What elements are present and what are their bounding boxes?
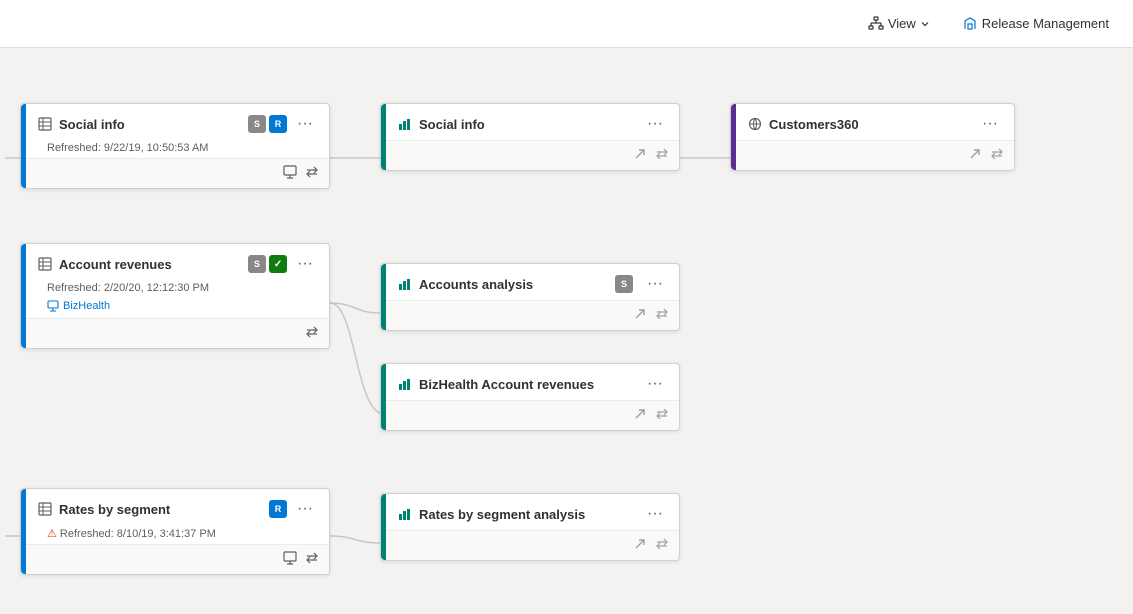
rates-badges: R xyxy=(269,500,287,518)
transfer-icon-8[interactable] xyxy=(990,147,1004,164)
chart-icon-3 xyxy=(397,376,413,392)
view-label: View xyxy=(888,16,916,31)
left-bar-teal-1 xyxy=(381,104,386,170)
badge-gray-1: S xyxy=(248,115,266,133)
social-info-badges: S R xyxy=(248,115,287,133)
left-bar-teal-2 xyxy=(381,264,386,330)
rates-by-segment-source-meta: ⚠ Refreshed: 8/10/19, 3:41:37 PM xyxy=(21,525,329,544)
accounts-analysis-mid-title: Accounts analysis xyxy=(419,277,609,292)
social-info-source-meta: Refreshed: 9/22/19, 10:50:53 AM xyxy=(21,140,329,158)
account-revenues-source-more-button[interactable]: ··· xyxy=(293,254,317,274)
badge-green-1: ✓ xyxy=(269,255,287,273)
badge-blue-1: R xyxy=(269,115,287,133)
bizhealth-account-revenues-mid-title: BizHealth Account revenues xyxy=(419,377,637,392)
arrow-icon-1[interactable] xyxy=(633,147,647,164)
monitor-icon-3[interactable] xyxy=(283,551,297,568)
social-info-mid-more-button[interactable]: ··· xyxy=(643,114,667,134)
chart-icon-2 xyxy=(397,276,413,292)
rates-by-segment-analysis-mid-footer xyxy=(381,530,679,560)
bizhealth-account-revenues-mid-more-button[interactable]: ··· xyxy=(643,374,667,394)
release-label: Release Management xyxy=(982,16,1109,31)
social-info-mid-footer xyxy=(381,140,679,170)
chart-icon-4 xyxy=(397,506,413,522)
table-icon-3 xyxy=(37,501,53,517)
hierarchy-icon xyxy=(868,16,884,32)
table-icon-2 xyxy=(37,256,53,272)
transfer-icon[interactable] xyxy=(305,165,319,182)
warning-icon: ⚠ xyxy=(47,528,60,540)
transfer-icon-3[interactable] xyxy=(305,551,319,568)
mid-card-bizhealth-account-revenues: BizHealth Account revenues ··· xyxy=(380,363,680,431)
left-bar-teal-3 xyxy=(381,364,386,430)
right-card-customers360: Customers360 ··· xyxy=(730,103,1015,171)
left-bar-blue-3 xyxy=(21,489,26,574)
transfer-icon-2[interactable] xyxy=(305,325,319,342)
release-icon xyxy=(962,16,978,32)
release-management-button[interactable]: Release Management xyxy=(954,12,1117,36)
left-bar-blue-2 xyxy=(21,244,26,348)
mid-card-accounts-analysis: Accounts analysis S ··· xyxy=(380,263,680,331)
table-icon xyxy=(37,116,53,132)
arrow-icon-3[interactable] xyxy=(633,407,647,424)
badge-gray-3: S xyxy=(615,275,633,293)
social-info-source-more-button[interactable]: ··· xyxy=(293,114,317,134)
rates-by-segment-source-more-button[interactable]: ··· xyxy=(293,499,317,519)
left-bar-purple-1 xyxy=(731,104,736,170)
canvas: Social info S R ··· Refreshed: 9/22/19, … xyxy=(0,48,1133,614)
customers360-title: Customers360 xyxy=(769,117,972,132)
social-info-source-footer xyxy=(21,158,329,188)
left-bar-blue xyxy=(21,104,26,188)
rates-by-segment-analysis-mid-title: Rates by segment analysis xyxy=(419,507,637,522)
bizhealth-account-revenues-mid-footer xyxy=(381,400,679,430)
rates-by-segment-source-title: Rates by segment xyxy=(59,502,263,517)
account-revenues-source-title: Account revenues xyxy=(59,257,242,272)
accounts-analysis-mid-footer xyxy=(381,300,679,330)
mid-card-rates-by-segment-analysis: Rates by segment analysis ··· xyxy=(380,493,680,561)
arrow-icon-5[interactable] xyxy=(968,147,982,164)
account-revenues-source-footer xyxy=(21,318,329,348)
monitor-link-icon xyxy=(47,300,59,312)
badge-blue-2: R xyxy=(269,500,287,518)
chevron-down-icon xyxy=(920,19,930,29)
chart-icon-1 xyxy=(397,116,413,132)
source-card-account-revenues: Account revenues S ✓ ··· Refreshed: 2/20… xyxy=(20,243,330,349)
top-bar: View Release Management xyxy=(0,0,1133,48)
transfer-icon-4[interactable] xyxy=(655,147,669,164)
bizhealth-link-text: BizHealth xyxy=(63,300,110,312)
social-info-source-title: Social info xyxy=(59,117,242,132)
accounts-analysis-mid-more-button[interactable]: ··· xyxy=(643,274,667,294)
account-revenues-source-meta: Refreshed: 2/20/20, 12:12:30 PM xyxy=(21,280,329,298)
monitor-icon[interactable] xyxy=(283,165,297,182)
account-revenues-link[interactable]: BizHealth xyxy=(21,298,329,318)
rates-by-segment-source-footer xyxy=(21,544,329,574)
left-bar-teal-4 xyxy=(381,494,386,560)
circle-icon xyxy=(747,116,763,132)
source-card-social-info: Social info S R ··· Refreshed: 9/22/19, … xyxy=(20,103,330,189)
customers360-footer xyxy=(731,140,1014,170)
transfer-icon-5[interactable] xyxy=(655,307,669,324)
mid-card-social-info: Social info ··· xyxy=(380,103,680,171)
arrow-icon-2[interactable] xyxy=(633,307,647,324)
customers360-more-button[interactable]: ··· xyxy=(978,114,1002,134)
view-button[interactable]: View xyxy=(860,12,938,36)
rates-by-segment-analysis-mid-more-button[interactable]: ··· xyxy=(643,504,667,524)
badge-gray-2: S xyxy=(248,255,266,273)
transfer-icon-6[interactable] xyxy=(655,407,669,424)
arrow-icon-4[interactable] xyxy=(633,537,647,554)
source-card-rates-by-segment: Rates by segment R ··· ⚠ Refreshed: 8/10… xyxy=(20,488,330,575)
account-revenues-badges: S ✓ xyxy=(248,255,287,273)
transfer-icon-7[interactable] xyxy=(655,537,669,554)
social-info-mid-title: Social info xyxy=(419,117,637,132)
